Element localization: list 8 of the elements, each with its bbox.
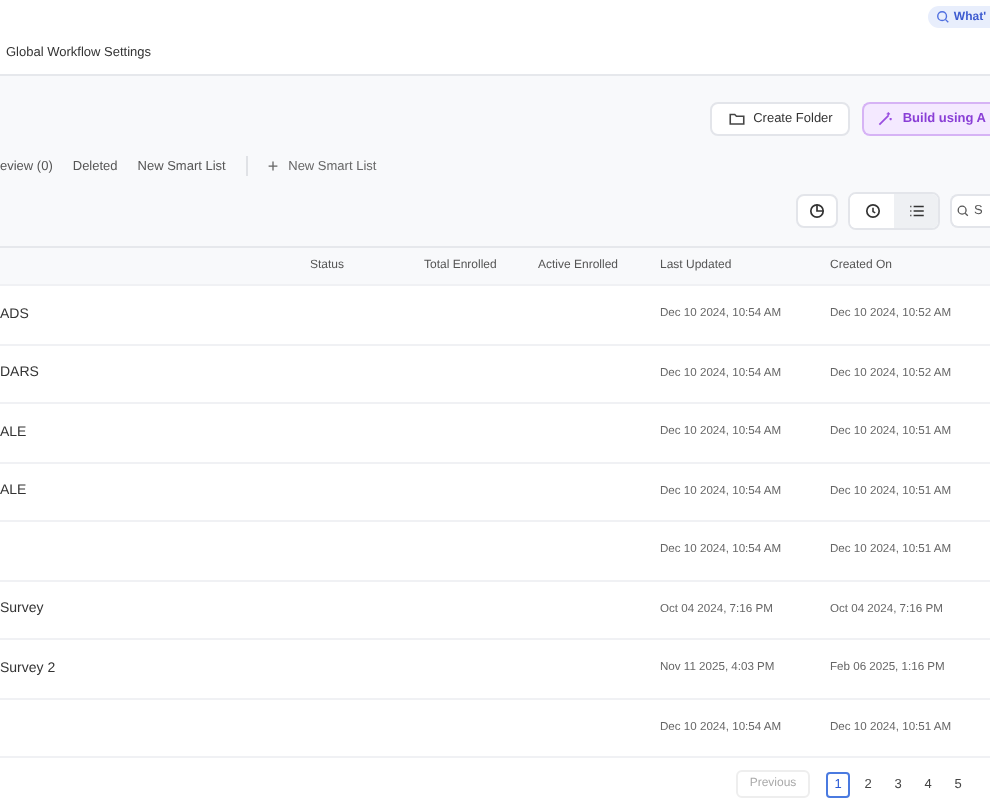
folder-icon [727, 110, 746, 128]
list-view-button[interactable] [894, 193, 938, 227]
chart-view-button[interactable] [796, 193, 838, 227]
list-icon [907, 201, 925, 219]
clock-icon [863, 201, 881, 219]
pie-chart-icon [808, 201, 826, 219]
search-icon [956, 203, 970, 217]
wand-icon [876, 110, 895, 128]
